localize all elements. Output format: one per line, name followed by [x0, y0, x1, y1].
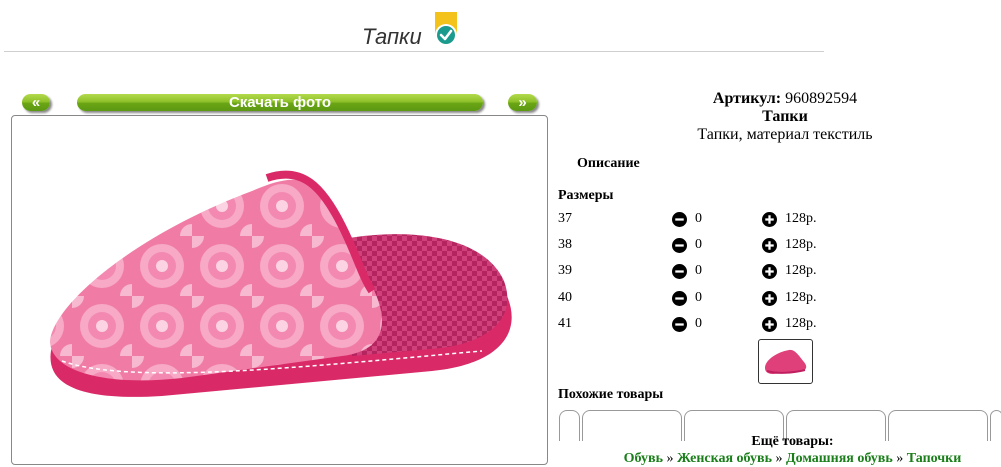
- minus-icon[interactable]: [672, 238, 687, 253]
- plus-icon[interactable]: [762, 238, 777, 253]
- link-slippers[interactable]: Тапочки: [907, 451, 962, 466]
- size-row: 37 0 128р.: [558, 209, 858, 229]
- size-value: 37: [558, 211, 572, 226]
- more-products-heading: Ещё товары:: [751, 434, 834, 449]
- plus-icon[interactable]: [762, 264, 777, 279]
- price-value: 128р.: [785, 263, 817, 278]
- slipper-thumbnail-image: [765, 349, 807, 374]
- title-divider: [4, 51, 824, 52]
- verified-badge-icon: [435, 12, 457, 46]
- size-row: 39 0 128р.: [558, 261, 858, 281]
- sizes-heading: Размеры: [558, 188, 614, 203]
- article-label: Артикул:: [712, 90, 782, 107]
- breadcrumb-sep: »: [896, 451, 904, 466]
- minus-icon[interactable]: [672, 264, 687, 279]
- slipper-image: [50, 170, 512, 397]
- plus-icon[interactable]: [762, 212, 777, 227]
- product-name: Тапки: [762, 108, 808, 125]
- quantity-value: 0: [695, 263, 702, 278]
- link-home-shoes[interactable]: Домашняя обувь: [786, 451, 893, 466]
- link-obuv[interactable]: Обувь: [624, 451, 663, 466]
- minus-icon[interactable]: [672, 317, 687, 332]
- page-title: Тапки: [362, 24, 422, 49]
- price-value: 128р.: [785, 237, 817, 252]
- plus-icon[interactable]: [762, 291, 777, 306]
- price-value: 128р.: [785, 290, 817, 305]
- minus-icon[interactable]: [672, 212, 687, 227]
- similar-heading: Похожие товары: [558, 387, 664, 402]
- minus-icon[interactable]: [672, 291, 687, 306]
- size-row: 40 0 128р.: [558, 288, 858, 308]
- article-line: Артикул: 960892594: [640, 90, 930, 108]
- price-value: 128р.: [785, 211, 817, 226]
- breadcrumb-sep: »: [666, 451, 674, 466]
- similar-item-card[interactable]: [559, 410, 580, 441]
- size-value: 41: [558, 316, 572, 331]
- quantity-value: 0: [695, 316, 702, 331]
- prev-photo-button[interactable]: «: [22, 94, 50, 111]
- size-value: 40: [558, 290, 572, 305]
- size-row: 41 0 128р.: [558, 314, 858, 334]
- page-title-wrap: Тапки: [362, 10, 422, 50]
- quantity-value: 0: [695, 237, 702, 252]
- size-value: 39: [558, 263, 572, 278]
- price-value: 128р.: [785, 316, 817, 331]
- similar-item-card[interactable]: [990, 410, 1001, 441]
- product-photo[interactable]: [11, 115, 548, 465]
- quantity-value: 0: [695, 211, 702, 226]
- size-value: 38: [558, 237, 572, 252]
- description-tab[interactable]: Описание: [577, 156, 640, 172]
- plus-icon[interactable]: [762, 317, 777, 332]
- quantity-value: 0: [695, 290, 702, 305]
- link-womens-shoes[interactable]: Женская обувь: [677, 451, 772, 466]
- download-photo-button[interactable]: Скачать фото: [77, 94, 483, 111]
- product-subtitle: Тапки, материал текстиль: [697, 126, 873, 143]
- article-value: 960892594: [785, 90, 858, 107]
- breadcrumb-sep: »: [775, 451, 783, 466]
- next-photo-button[interactable]: »: [508, 94, 537, 111]
- photo-thumbnail[interactable]: [758, 339, 813, 384]
- size-row: 38 0 128р.: [558, 235, 858, 255]
